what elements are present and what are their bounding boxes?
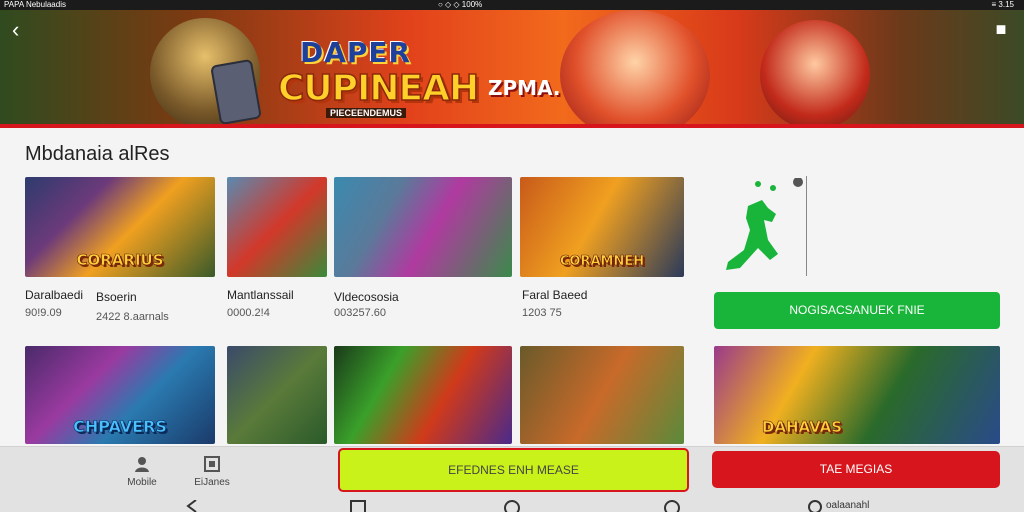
nav-item-label: EiJanes [194, 477, 230, 488]
game-card-4[interactable]: CORAMNEH [520, 177, 684, 277]
system-nav-label: oalaanahl [826, 500, 870, 511]
game-meta: 2422 8.aarnals [96, 311, 169, 323]
home-nav-icon[interactable] [504, 500, 520, 512]
red-action-button[interactable]: TAE MEGIAS [712, 451, 1000, 488]
game-card-9[interactable] [520, 346, 684, 444]
banner-hero-boy [560, 10, 710, 126]
back-nav-icon[interactable] [184, 500, 200, 512]
status-left: PAPA Nebulaadis [4, 0, 66, 9]
banner-underline [0, 124, 1024, 128]
section-title: Mbdanaia alRes [25, 143, 170, 165]
game-name: Faral Baeed [522, 288, 588, 302]
home-nav-icon-secondary[interactable] [664, 500, 680, 512]
logo-line2: CUPINEAH [277, 67, 480, 110]
game-name: Vldecososia [334, 290, 399, 304]
status-icons: ○ ◇ ◇ 100% [438, 0, 483, 9]
featured-banner[interactable]: DAPER CUPINEAH PIECEENDEMUS ZPMA. [0, 10, 1024, 126]
game-card-3[interactable] [334, 177, 512, 277]
game-card-2[interactable] [227, 177, 327, 277]
game-name: Mantlanssail [227, 288, 294, 302]
game-card-6[interactable]: CHPAVERS [25, 346, 215, 444]
app-store-screen: PAPA Nebulaadis ○ ◇ ◇ 100% ≡ 3.15 DAPER … [0, 0, 1024, 512]
nav-item-label: Mobile [127, 477, 157, 488]
game-card-8[interactable] [334, 346, 512, 444]
nav-item-mobile[interactable]: Mobile [120, 455, 164, 488]
banner-logo: DAPER CUPINEAH PIECEENDEMUS [277, 28, 480, 118]
game-meta: 1203 75 [522, 307, 562, 319]
game-name: Bsoerin [96, 290, 137, 304]
game-card-caption: DAHAVAS [761, 418, 843, 437]
grid-icon [204, 456, 220, 472]
status-time: ≡ 3.15 [991, 0, 1014, 9]
game-card-1[interactable]: CORARIUS [25, 177, 215, 277]
logo-line1: DAPER [300, 36, 412, 69]
divider [806, 176, 807, 276]
nav-item-games[interactable]: EiJanes [186, 455, 238, 488]
character-sprite-icon [726, 178, 803, 270]
game-meta: 90!9.09 [25, 307, 62, 319]
back-icon[interactable]: ‹ [12, 19, 34, 42]
banner-hero-girl [760, 20, 870, 126]
game-name: Daralbaedi [25, 288, 84, 302]
game-meta: 0000.2!4 [227, 307, 270, 319]
game-card-caption: CORARIUS [76, 251, 164, 270]
person-icon [135, 457, 149, 472]
status-bar: PAPA Nebulaadis ○ ◇ ◇ 100% ≡ 3.15 [0, 0, 1024, 10]
store-icon[interactable]: ■ [990, 18, 1012, 40]
game-card-7[interactable] [227, 346, 327, 444]
logo-tagline: PIECEENDEMUS [326, 108, 407, 118]
search-nav-icon[interactable] [808, 500, 822, 512]
yellow-action-button[interactable]: EFEDNES ENH MEASE [338, 448, 689, 492]
banner-promo-text: ZPMA. [488, 76, 561, 100]
green-action-button[interactable]: NOGISACSANUEK FNIE [714, 292, 1000, 329]
game-card-caption: CHPAVERS [73, 417, 167, 437]
recents-nav-icon[interactable] [350, 500, 366, 512]
game-card-caption: CORAMNEH [559, 254, 645, 270]
game-card-10[interactable]: DAHAVAS [714, 346, 1000, 444]
game-meta: 003257.60 [334, 307, 386, 319]
